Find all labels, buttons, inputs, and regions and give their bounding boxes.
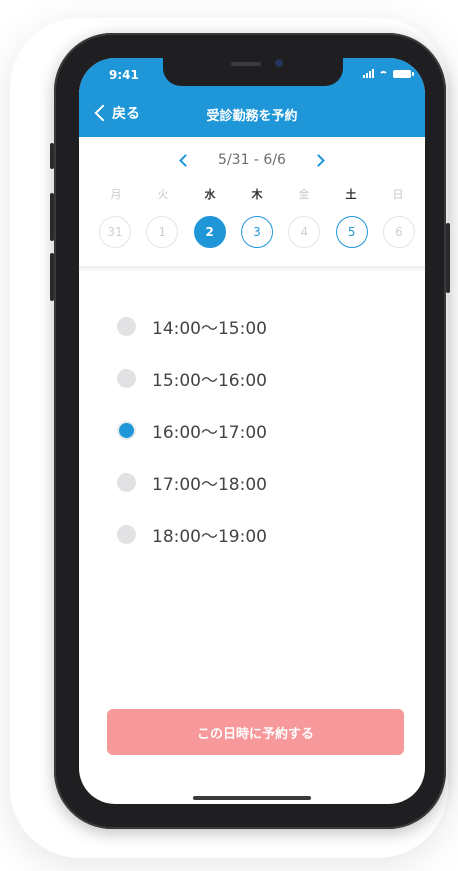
- time-slot-label: 15:00〜16:00: [152, 370, 267, 391]
- notch: [163, 58, 343, 86]
- radio-unchecked-icon[interactable]: [117, 368, 136, 388]
- speaker: [231, 62, 261, 66]
- battery-icon: [393, 70, 414, 78]
- stage: 9:41 戻る 受診勤務を予約 5/31 - 6/6 月 火 水 木 金 土 日…: [0, 0, 458, 871]
- weekday-label: 火: [157, 188, 169, 201]
- divider: [79, 266, 425, 272]
- weekday-label: 木: [251, 188, 263, 201]
- time-slot-label: 16:00〜17:00: [152, 422, 267, 443]
- time-slot[interactable]: 16:00〜17:00: [117, 404, 397, 456]
- date-circle[interactable]: 6: [382, 216, 415, 248]
- date-circle[interactable]: 31: [99, 216, 131, 248]
- date-circle[interactable]: 2: [193, 216, 226, 248]
- chevron-right-icon: [312, 153, 325, 167]
- radio-unchecked-icon[interactable]: [117, 316, 136, 336]
- phone-screen: 9:41 戻る 受診勤務を予約 5/31 - 6/6 月 火 水 木 金 土 日…: [79, 58, 425, 804]
- weekday-label: 土: [345, 188, 357, 201]
- status-time: 9:41: [109, 68, 139, 82]
- signal-icon: [363, 69, 374, 78]
- page-title: 受診勤務を予約: [206, 109, 298, 124]
- weekday-label: 日: [392, 188, 404, 201]
- status-icons: [363, 69, 414, 80]
- date-circle[interactable]: 5: [335, 216, 368, 248]
- prev-week-button[interactable]: [174, 150, 194, 170]
- radio-unchecked-icon[interactable]: [117, 524, 136, 544]
- week-navigator: 5/31 - 6/6: [79, 150, 425, 170]
- app-header: 9:41 戻る 受診勤務を予約: [79, 58, 425, 137]
- date-circle[interactable]: 3: [240, 216, 273, 248]
- power-button: [446, 223, 450, 293]
- next-week-button[interactable]: [310, 150, 330, 170]
- weekday-label: 水: [204, 188, 216, 201]
- date-row: 31 1 2 3 4 5 6: [99, 216, 415, 248]
- volume-down-button: [50, 253, 54, 301]
- weekday-label: 月: [110, 188, 122, 201]
- time-slot-label: 18:00〜19:00: [152, 526, 267, 547]
- radio-checked-icon[interactable]: [117, 420, 136, 440]
- time-slot-label: 14:00〜15:00: [152, 318, 267, 339]
- time-slot[interactable]: 15:00〜16:00: [117, 352, 397, 404]
- weekday-row: 月火水木金土日: [99, 186, 415, 202]
- volume-up-button: [50, 193, 54, 241]
- date-circle[interactable]: 4: [288, 216, 321, 248]
- time-slot-label: 17:00〜18:00: [152, 474, 267, 495]
- home-indicator: [193, 796, 311, 800]
- week-range: 5/31 - 6/6: [218, 152, 286, 168]
- time-slot[interactable]: 14:00〜15:00: [117, 300, 397, 352]
- wifi-icon: [379, 71, 388, 80]
- mute-switch: [50, 143, 54, 169]
- weekday-label: 金: [298, 188, 310, 201]
- reserve-button[interactable]: この日時に予約する: [107, 709, 404, 755]
- front-camera: [275, 59, 283, 67]
- time-slot[interactable]: 18:00〜19:00: [117, 508, 397, 560]
- chevron-left-icon: [179, 153, 192, 167]
- date-circle[interactable]: 1: [146, 216, 179, 248]
- time-slot[interactable]: 17:00〜18:00: [117, 456, 397, 508]
- time-slot-list: 14:00〜15:00 15:00〜16:00 16:00〜17:00 17:00〜1…: [117, 300, 397, 560]
- radio-unchecked-icon[interactable]: [117, 472, 136, 492]
